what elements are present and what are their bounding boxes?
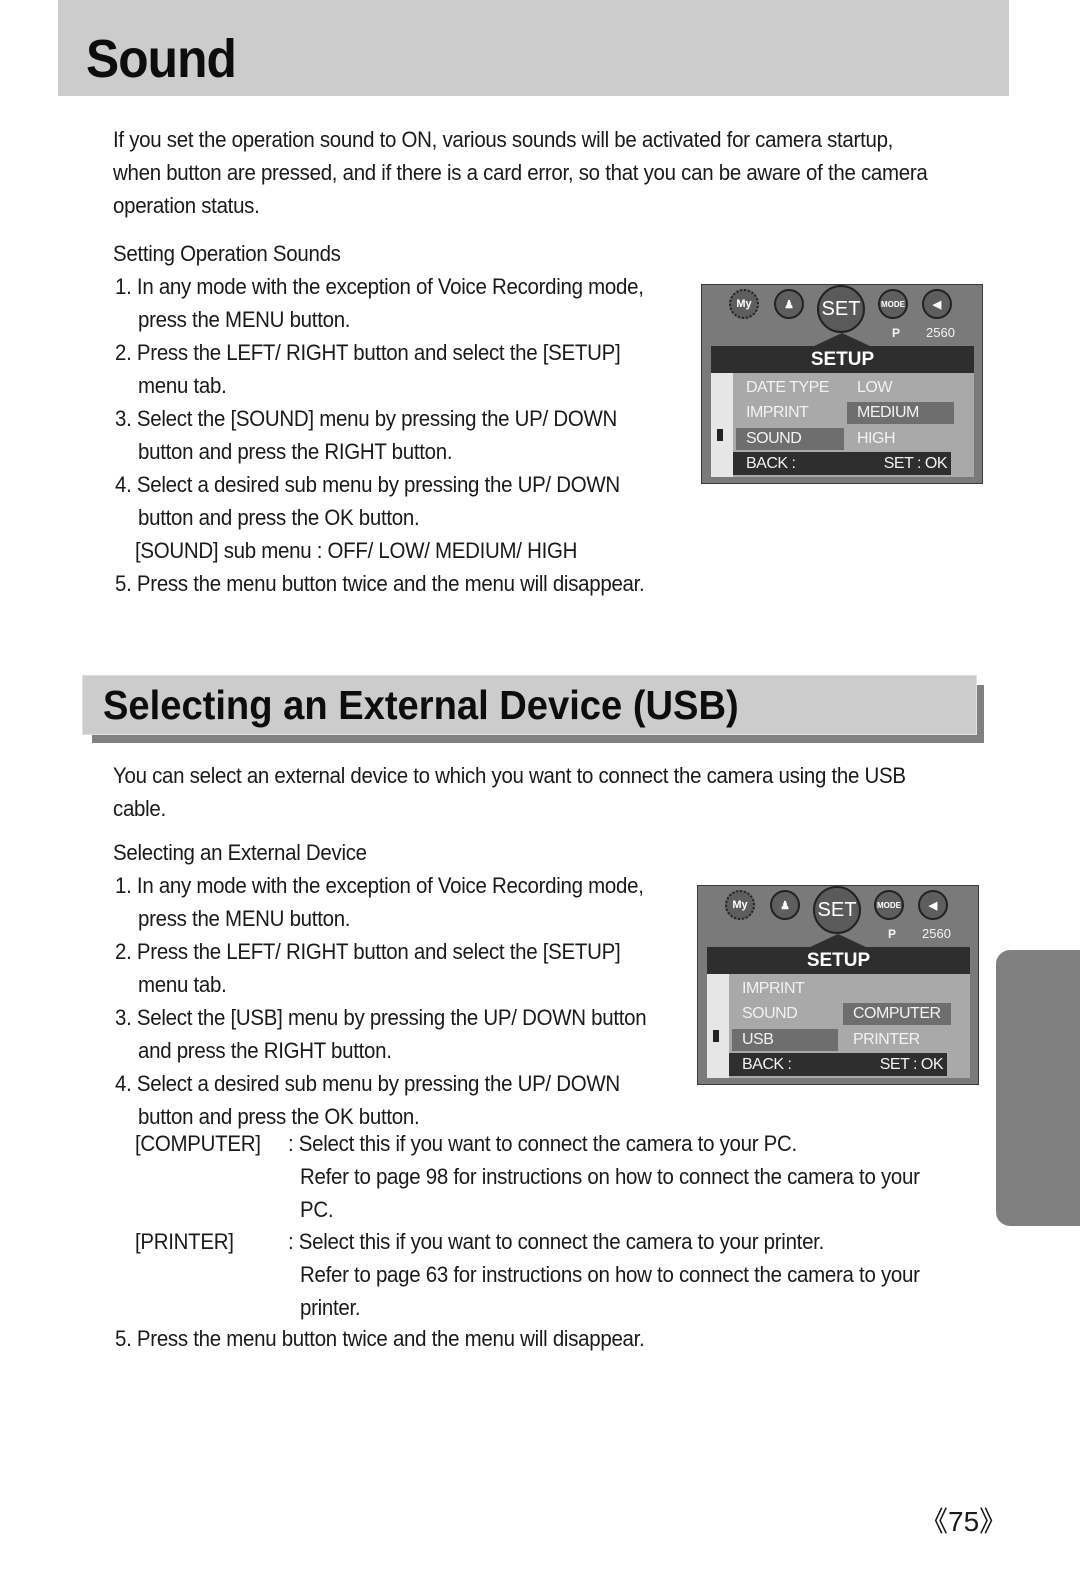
sub-item-selected[interactable]: COMPUTER xyxy=(843,1003,951,1025)
page-title: Sound xyxy=(86,29,237,89)
tab-pointer xyxy=(812,333,872,347)
ok-label: SET : OK xyxy=(879,1056,944,1073)
section-heading-band: Selecting an External Device (USB) xyxy=(82,675,977,735)
step: press the MENU button. xyxy=(138,307,351,332)
menu-body: DATE TYPE IMPRINT SOUND LOW MEDIUM HIGH … xyxy=(711,373,974,477)
step: 5. Press the menu button twice and the m… xyxy=(115,571,645,596)
resolution-indicator: 2560 xyxy=(926,325,955,340)
my-icon: My xyxy=(725,890,755,920)
menu-footer: BACK : SET : OK xyxy=(729,1053,947,1076)
menu-item[interactable]: DATE TYPE xyxy=(736,377,846,399)
step: 4. Select a desired sub menu by pressing… xyxy=(115,472,620,497)
intro-line: cable. xyxy=(113,796,166,821)
sub-item[interactable]: LOW xyxy=(847,377,955,399)
step: 3. Select the [SOUND] menu by pressing t… xyxy=(115,406,618,431)
menu-body: IMPRINT SOUND USB COMPUTER PRINTER BACK … xyxy=(707,974,970,1078)
step: 4. Select a desired sub menu by pressing… xyxy=(115,1071,620,1096)
step: 3. Select the [USB] menu by pressing the… xyxy=(115,1005,647,1030)
mode-icon: MODE xyxy=(874,890,904,920)
step: 1. In any mode with the exception of Voi… xyxy=(115,873,644,898)
step: [SOUND] sub menu : OFF/ LOW/ MEDIUM/ HIG… xyxy=(135,538,578,563)
tab-pointer xyxy=(808,934,868,948)
sound-icon: ◀ xyxy=(918,890,948,920)
option-line: Refer to page 98 for instructions on how… xyxy=(300,1164,920,1189)
page-number: 《75》 xyxy=(920,1506,1008,1537)
menu-item-selected[interactable]: USB xyxy=(732,1029,838,1051)
person-camera-icon: ♟ xyxy=(770,890,800,920)
menu-item[interactable]: IMPRINT xyxy=(736,402,846,424)
chapter-side-tab xyxy=(996,950,1080,1226)
scroll-rail xyxy=(711,373,733,477)
setup-icon: SET xyxy=(813,886,861,934)
menu-header: SETUP xyxy=(711,346,974,373)
option-label: [PRINTER] xyxy=(135,1229,234,1254)
intro-line: when button are pressed, and if there is… xyxy=(113,160,928,185)
setup-icon: SET xyxy=(817,285,865,333)
option-computer-desc: : Select this if you want to connect the… xyxy=(288,1127,966,1226)
usb-intro: You can select an external device to whi… xyxy=(113,759,965,825)
step: button and press the OK button. xyxy=(138,505,420,530)
option-line: : Select this if you want to connect the… xyxy=(288,1131,797,1156)
mode-icon: MODE xyxy=(878,289,908,319)
option-line: printer. xyxy=(300,1295,361,1320)
menu-item-selected[interactable]: SOUND xyxy=(736,428,844,450)
intro-line: You can select an external device to whi… xyxy=(113,763,906,788)
camera-lcd-usb: My ♟ SET MODE ◀ P 2560 SETUP IMPRINT SOU… xyxy=(697,885,979,1085)
option-line: PC. xyxy=(300,1197,334,1222)
option-printer-desc: : Select this if you want to connect the… xyxy=(288,1225,966,1324)
my-icon: My xyxy=(729,289,759,319)
camera-lcd-sound: My ♟ SET MODE ◀ P 2560 SETUP DATE TYPE I… xyxy=(701,284,983,484)
page-title-band: Sound xyxy=(58,0,1009,96)
option-line: Refer to page 63 for instructions on how… xyxy=(300,1262,920,1287)
step: press the MENU button. xyxy=(138,906,351,931)
step: 2. Press the LEFT/ RIGHT button and sele… xyxy=(115,340,621,365)
scroll-marker xyxy=(717,429,723,441)
resolution-indicator: 2560 xyxy=(922,926,951,941)
sound-icon: ◀ xyxy=(922,289,952,319)
back-label: BACK : xyxy=(742,1056,792,1073)
intro-line: If you set the operation sound to ON, va… xyxy=(113,127,894,152)
usb-steps: Selecting an External Device 1. In any m… xyxy=(113,836,686,1133)
step: 5. Press the menu button twice and the m… xyxy=(115,1326,645,1351)
step: and press the RIGHT button. xyxy=(138,1038,392,1063)
sound-intro: If you set the operation sound to ON, va… xyxy=(113,123,989,222)
final-step: 5. Press the menu button twice and the m… xyxy=(115,1322,684,1355)
option-line: : Select this if you want to connect the… xyxy=(288,1229,824,1254)
option-printer: [PRINTER] xyxy=(135,1225,241,1258)
step: 1. In any mode with the exception of Voi… xyxy=(115,274,644,299)
person-camera-icon: ♟ xyxy=(774,289,804,319)
menu-header: SETUP xyxy=(707,947,970,974)
section-title: Selecting an External Device (USB) xyxy=(103,682,739,728)
scroll-marker xyxy=(713,1030,719,1042)
sub-item-selected[interactable]: MEDIUM xyxy=(847,402,954,424)
option-computer: [COMPUTER] xyxy=(135,1127,270,1160)
intro-line: operation status. xyxy=(113,193,260,218)
menu-item[interactable]: IMPRINT xyxy=(732,978,842,1000)
mode-indicator: P xyxy=(892,326,901,340)
sub-item[interactable]: PRINTER xyxy=(843,1029,951,1051)
scroll-rail xyxy=(707,974,729,1078)
ok-label: SET : OK xyxy=(883,455,948,472)
menu-item[interactable]: SOUND xyxy=(732,1003,842,1025)
option-label: [COMPUTER] xyxy=(135,1131,261,1156)
step: menu tab. xyxy=(138,373,227,398)
subtitle: Selecting an External Device xyxy=(113,840,367,865)
step: button and press the RIGHT button. xyxy=(138,439,453,464)
back-label: BACK : xyxy=(746,455,796,472)
step: 2. Press the LEFT/ RIGHT button and sele… xyxy=(115,939,621,964)
sub-item[interactable]: HIGH xyxy=(847,428,955,450)
step: menu tab. xyxy=(138,972,227,997)
mode-indicator: P xyxy=(888,927,897,941)
subtitle: Setting Operation Sounds xyxy=(113,241,341,266)
sound-steps: Setting Operation Sounds 1. In any mode … xyxy=(113,237,684,600)
menu-footer: BACK : SET : OK xyxy=(733,452,951,475)
